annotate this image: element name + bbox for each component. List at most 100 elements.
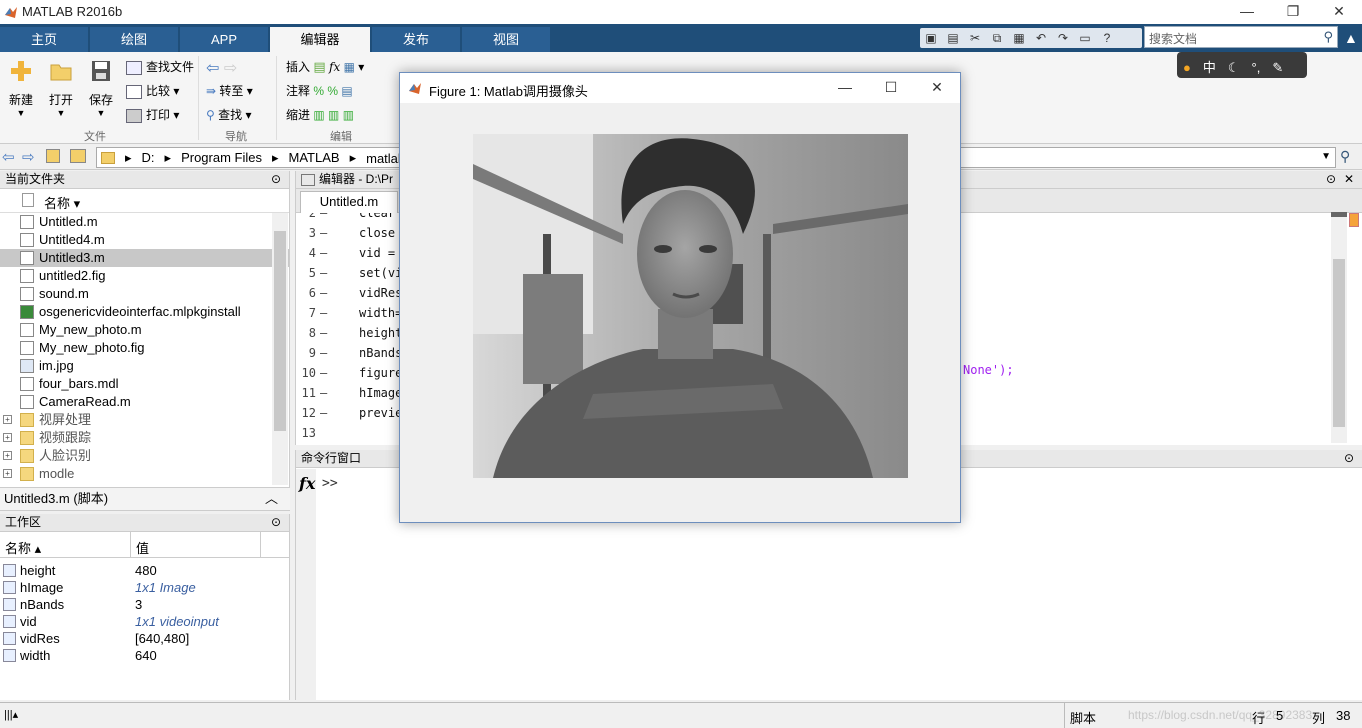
file-list-item[interactable]: osgenericvideointerfac.mlpkginstall: [0, 303, 289, 321]
tab-apps[interactable]: APP: [180, 27, 268, 52]
cut-icon[interactable]: ✂: [965, 30, 985, 46]
editor-close-icon[interactable]: ✕: [1344, 171, 1354, 188]
file-list-item[interactable]: My_new_photo.fig: [0, 339, 289, 357]
function-browser-icon[interactable]: fx: [299, 474, 315, 493]
figure-close-button[interactable]: ✕: [914, 76, 960, 100]
expand-details-icon[interactable]: ︿: [265, 488, 278, 510]
workspace-variable-row[interactable]: nBands 3: [0, 596, 289, 613]
expand-folder-icon[interactable]: +: [3, 415, 12, 424]
nav-forward-icon[interactable]: ⇨: [22, 148, 35, 166]
compare-button[interactable]: 比较 ▾: [126, 82, 179, 102]
redo-icon[interactable]: ↷: [1053, 30, 1073, 46]
nav-back-icon[interactable]: ⇦: [2, 148, 15, 166]
ws-value-header[interactable]: 值: [136, 538, 149, 557]
command-prompt[interactable]: >>: [322, 476, 338, 491]
file-list-item[interactable]: CameraRead.m: [0, 393, 289, 411]
tab-plots[interactable]: 绘图: [90, 27, 178, 52]
minimize-button[interactable]: —: [1224, 0, 1270, 24]
file-list-scrollbar[interactable]: [272, 213, 288, 485]
workspace-variable-row[interactable]: height 480: [0, 562, 289, 579]
insert-button[interactable]: 插入 ▤ fx ▦ ▾: [286, 58, 364, 78]
editor-menu-icon[interactable]: ⊙: [1326, 171, 1336, 188]
breakpoint-marker[interactable]: –: [320, 213, 327, 223]
ws-name-header[interactable]: 名称 ▴: [5, 538, 41, 557]
file-list-item[interactable]: Untitled.m: [0, 213, 289, 231]
path-search-icon[interactable]: ⚲: [1340, 148, 1350, 165]
open-button[interactable]: 打开 ▼: [42, 60, 80, 118]
breakpoint-marker[interactable]: –: [320, 383, 327, 403]
figure-window[interactable]: Figure 1: Matlab调用摄像头 — ☐ ✕: [399, 72, 961, 523]
copy-icon[interactable]: ⧉: [987, 30, 1007, 46]
breakpoint-marker[interactable]: –: [320, 343, 327, 363]
editor-tab-untitled[interactable]: Untitled.m: [300, 191, 398, 213]
editor-scrollbar[interactable]: [1331, 212, 1347, 443]
expand-folder-icon[interactable]: +: [3, 433, 12, 442]
tab-home[interactable]: 主页: [0, 27, 88, 52]
file-list-item[interactable]: sound.m: [0, 285, 289, 303]
back-arrow-icon[interactable]: ⇦ ⇨: [206, 58, 237, 78]
tab-view[interactable]: 视图: [462, 27, 550, 52]
folder-list-item[interactable]: + modle: [0, 465, 289, 483]
tab-editor[interactable]: 编辑器: [270, 27, 370, 52]
workspace-variable-row[interactable]: vidRes [640,480]: [0, 630, 289, 647]
new-button[interactable]: 新建 ▼: [2, 60, 40, 118]
code-analyzer-indicator[interactable]: [1349, 213, 1359, 227]
file-list-item[interactable]: Untitled3.m: [0, 249, 289, 267]
undo-icon[interactable]: ↶: [1031, 30, 1051, 46]
file-list-item[interactable]: My_new_photo.m: [0, 321, 289, 339]
ime-language-bar[interactable]: ● 中 ☾ °, ✎: [1177, 52, 1307, 78]
details-panel[interactable]: Untitled3.m (脚本) ︿: [0, 487, 290, 511]
expand-folder-icon[interactable]: +: [3, 469, 12, 478]
breakpoint-marker[interactable]: –: [320, 283, 327, 303]
path-segment[interactable]: Program Files: [181, 150, 262, 165]
up-folder-icon[interactable]: [46, 149, 60, 163]
file-list-item[interactable]: untitled2.fig: [0, 267, 289, 285]
new-icon[interactable]: ▣: [921, 30, 941, 46]
find-files-button[interactable]: 查找文件: [126, 58, 194, 78]
breakpoint-marker[interactable]: –: [320, 223, 327, 243]
file-list-item[interactable]: four_bars.mdl: [0, 375, 289, 393]
path-segment[interactable]: MATLAB: [289, 150, 340, 165]
help-icon[interactable]: ?: [1097, 30, 1117, 46]
workspace-menu-icon[interactable]: ⊙: [271, 514, 281, 531]
figure-minimize-button[interactable]: —: [822, 76, 868, 100]
breakpoint-marker[interactable]: –: [320, 363, 327, 383]
expand-folder-icon[interactable]: +: [3, 451, 12, 460]
folder-list-item[interactable]: + 视频跟踪: [0, 429, 289, 447]
switch-windows-icon[interactable]: ▭: [1075, 30, 1095, 46]
save-icon[interactable]: ▤: [943, 30, 963, 46]
tab-publish[interactable]: 发布: [372, 27, 460, 52]
collapse-toolstrip-icon[interactable]: ▲: [1344, 30, 1358, 46]
workspace-variable-row[interactable]: hImage 1x1 Image: [0, 579, 289, 596]
breakpoint-marker[interactable]: –: [320, 403, 327, 423]
command-menu-icon[interactable]: ⊙: [1344, 450, 1354, 467]
figure-maximize-button[interactable]: ☐: [868, 76, 914, 100]
find-button[interactable]: ⚲ 查找 ▾: [206, 106, 252, 126]
panel-menu-icon[interactable]: ⊙: [271, 171, 281, 188]
print-button[interactable]: 打印 ▾: [126, 106, 179, 126]
breakpoint-marker[interactable]: –: [320, 263, 327, 283]
close-button[interactable]: ✕: [1316, 0, 1362, 24]
save-button[interactable]: 保存 ▼: [82, 60, 120, 118]
maximize-button[interactable]: ❐: [1270, 0, 1316, 24]
breakpoint-marker[interactable]: –: [320, 323, 327, 343]
workspace-variable-row[interactable]: vid 1x1 videoinput: [0, 613, 289, 630]
path-segment[interactable]: D:: [142, 150, 155, 165]
goto-button[interactable]: ⇛ 转至 ▾: [206, 82, 253, 102]
path-dropdown-icon[interactable]: ▼: [1321, 151, 1331, 162]
file-list-item[interactable]: im.jpg: [0, 357, 289, 375]
workspace-variable-row[interactable]: width 640: [0, 647, 289, 664]
status-menu-icon[interactable]: |||▴: [4, 708, 18, 721]
indent-button[interactable]: 缩进 ▥ ▥ ▥: [286, 106, 354, 126]
name-column-header[interactable]: 名称 ▾: [44, 193, 80, 212]
breakpoint-marker[interactable]: –: [320, 303, 327, 323]
search-field[interactable]: 搜索文档 ⚲: [1144, 26, 1338, 48]
browse-folder-icon[interactable]: [70, 149, 86, 163]
comment-button[interactable]: 注释 % % ▤: [286, 82, 353, 102]
search-icon[interactable]: ⚲: [1323, 29, 1333, 45]
paste-icon[interactable]: ▦: [1009, 30, 1029, 46]
breakpoint-marker[interactable]: –: [320, 243, 327, 263]
file-list-item[interactable]: Untitled4.m: [0, 231, 289, 249]
folder-list-item[interactable]: + 视屏处理: [0, 411, 289, 429]
folder-list-item[interactable]: + 人脸识别: [0, 447, 289, 465]
